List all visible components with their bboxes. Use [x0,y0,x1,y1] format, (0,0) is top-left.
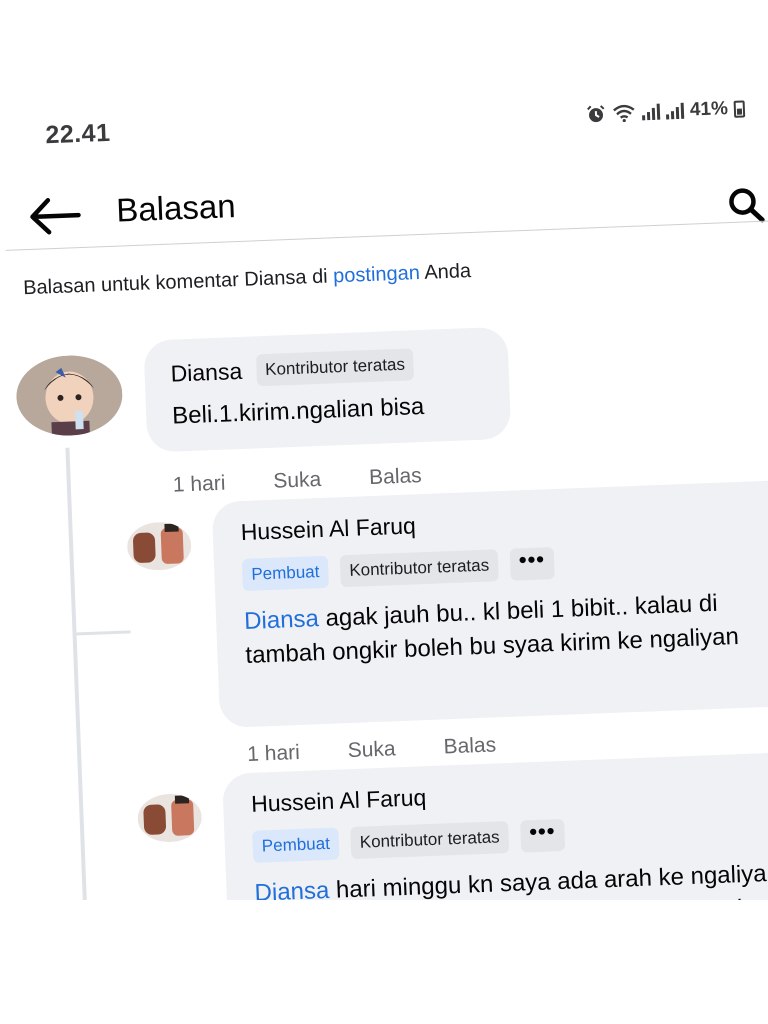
status-icons: 41% [586,100,746,126]
more-options-button[interactable]: ••• [519,818,566,853]
thread-line-main [65,447,90,900]
top-contributor-badge: Kontributor teratas [255,348,415,387]
top-contributor-badge: Kontributor teratas [350,821,510,860]
comment-text: Beli.1.kirim.ngalian bisa [171,392,425,430]
comment-text: Diansa hari minggu kn saya ada arah ke n… [254,856,768,900]
comment-author[interactable]: Hussein Al Faruq [240,512,416,545]
top-contributor-badge: Kontributor teratas [339,549,499,588]
creator-badge: Pembuat [252,827,340,863]
avatar[interactable] [14,353,124,438]
post-link[interactable]: postingan [333,262,421,287]
comment-bubble[interactable]: Hussein Al Faruq Pembuat Kontributor ter… [211,479,768,729]
comment-text: Diansa agak jauh bu.. kl beli 1 bibit.. … [244,584,768,673]
app-content: 22.41 41% Balasan Balasan untuk komentar… [0,100,768,900]
phone-screen: 22.41 41% Balasan Balasan untuk komentar… [0,100,768,900]
back-button[interactable] [26,195,83,237]
comment-bubble[interactable]: Hussein Al Faruq Pembuat Kontributor ter… [222,750,768,900]
thread-connector-1 [74,630,131,636]
avatar[interactable] [126,521,193,572]
avatar[interactable] [136,792,203,844]
reply-button[interactable]: Balas [443,733,496,759]
status-time: 22.41 [44,118,111,149]
comment-author[interactable]: Hussein Al Faruq [251,784,427,817]
comment-bubble[interactable]: Diansa Kontributor teratas Beli.1.kirim.… [143,326,512,453]
more-options-button[interactable]: ••• [509,546,555,581]
context-prefix: Balasan untuk komentar Diansa di [22,265,334,300]
context-suffix: Anda [419,260,472,285]
comment-time: 1 hari [246,740,301,766]
like-button[interactable]: Suka [273,468,322,494]
comment-actions: 1 hari Suka Balas [172,464,422,498]
status-bar: 22.41 41% [45,100,746,150]
arrow-left-icon [30,197,81,235]
like-button[interactable]: Suka [347,737,396,763]
mention-link[interactable]: Diansa [254,877,330,900]
wifi-icon [613,104,635,123]
signal-icon [666,102,685,120]
context-line: Balasan untuk komentar Diansa di posting… [23,260,472,300]
comment-body: hari minggu kn saya ada arah ke ngaliyan… [255,859,768,900]
comment-body: agak jauh bu.. kl beli 1 bibit.. kalau d… [244,589,740,669]
battery-percent: 41% [689,100,729,121]
reply-button[interactable]: Balas [369,464,422,490]
signal-icon [642,103,661,121]
comment-time: 1 hari [172,471,226,497]
battery-icon [733,100,746,118]
alarm-icon [587,105,605,123]
comment-actions: 1 hari Suka Balas [247,733,497,767]
creator-badge: Pembuat [241,555,330,592]
page-title: Balasan [115,187,237,229]
mention-link[interactable]: Diansa [244,605,320,635]
comment-author[interactable]: Diansa [170,357,243,387]
